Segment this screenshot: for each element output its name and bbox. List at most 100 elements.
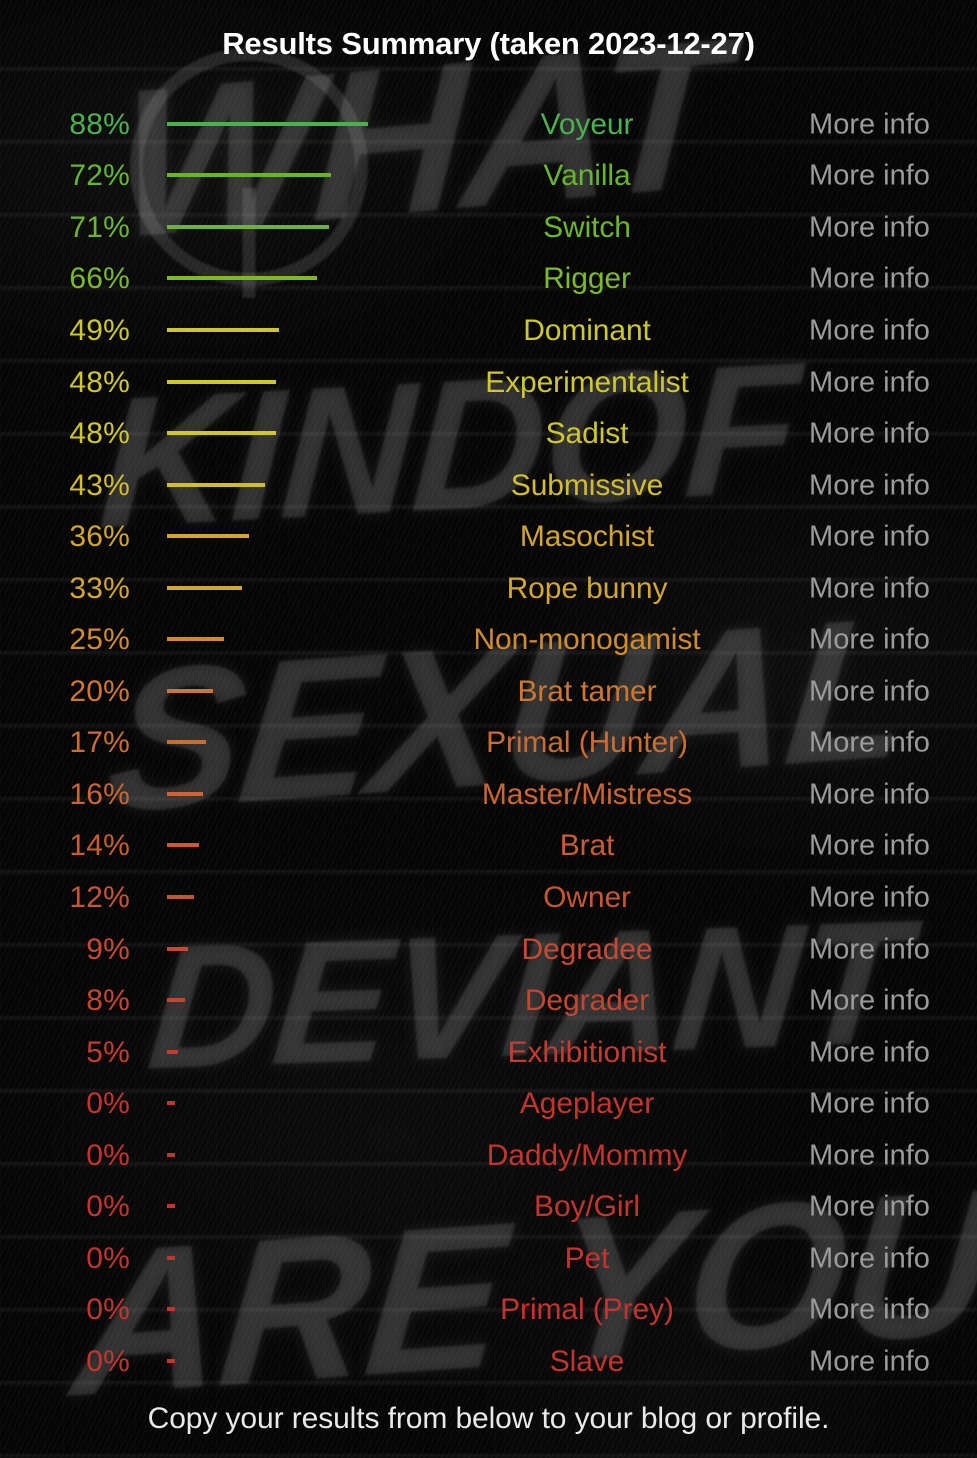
table-row: 25% Non-monogamist More info bbox=[0, 614, 977, 666]
bar-track bbox=[167, 894, 407, 901]
percent-value: 0% bbox=[86, 1138, 130, 1172]
more-info-link[interactable]: More info bbox=[767, 263, 972, 296]
bar-fill bbox=[167, 1358, 175, 1363]
result-label: Daddy/Mommy bbox=[486, 1138, 688, 1172]
result-label: Slave bbox=[549, 1344, 625, 1378]
more-info-link[interactable]: More info bbox=[767, 521, 972, 554]
bar-fill bbox=[167, 1049, 178, 1054]
table-row: 72% Vanilla More info bbox=[0, 151, 977, 203]
more-info-link[interactable]: More info bbox=[767, 1191, 972, 1224]
bar-track bbox=[167, 1152, 407, 1159]
more-info-link[interactable]: More info bbox=[767, 1294, 972, 1327]
table-row: 43% Submissive More info bbox=[0, 460, 977, 512]
percent-value: 14% bbox=[69, 829, 130, 863]
percent-value: 88% bbox=[69, 107, 130, 141]
result-label: Rope bunny bbox=[506, 571, 668, 605]
more-info-link[interactable]: More info bbox=[767, 624, 972, 657]
more-info-link[interactable]: More info bbox=[767, 572, 972, 605]
table-row: 20% Brat tamer More info bbox=[0, 666, 977, 718]
percent-value: 5% bbox=[86, 1035, 130, 1069]
bar-fill bbox=[167, 1152, 175, 1157]
bar-track bbox=[167, 327, 407, 334]
more-info-link[interactable]: More info bbox=[767, 418, 972, 451]
table-row: 5% Exhibitionist More info bbox=[0, 1027, 977, 1079]
percent-value: 72% bbox=[69, 159, 130, 193]
table-row: 9% Degradee More info bbox=[0, 924, 977, 976]
bar-track bbox=[167, 482, 407, 489]
bar-fill bbox=[167, 1255, 175, 1260]
results-table: 88% Voyeur More info 72% Vanilla More info 71%… bbox=[0, 99, 977, 1388]
bar-track bbox=[167, 998, 407, 1004]
bar-track bbox=[167, 534, 407, 540]
table-row: 0% Daddy/Mommy More info bbox=[0, 1130, 977, 1182]
more-info-link[interactable]: More info bbox=[767, 830, 972, 863]
bar-fill bbox=[167, 1307, 175, 1312]
bar-fill bbox=[167, 173, 331, 178]
percent-value: 20% bbox=[69, 674, 130, 708]
result-label: Pet bbox=[564, 1241, 610, 1275]
bar-fill bbox=[167, 534, 249, 539]
bar-fill bbox=[167, 431, 276, 436]
bar-track bbox=[167, 121, 407, 128]
more-info-link[interactable]: More info bbox=[767, 727, 972, 760]
bar-fill bbox=[167, 379, 276, 384]
result-label: Brat tamer bbox=[517, 674, 657, 708]
result-label: Non-monogamist bbox=[473, 623, 701, 657]
more-info-link[interactable]: More info bbox=[767, 1242, 972, 1275]
bar-track bbox=[167, 1204, 407, 1210]
more-info-link[interactable]: More info bbox=[767, 778, 972, 811]
table-row: 49% Dominant More info bbox=[0, 305, 977, 357]
more-info-link[interactable]: More info bbox=[767, 1345, 972, 1378]
result-label: Voyeur bbox=[540, 107, 634, 141]
table-row: 17% Primal (Hunter) More info bbox=[0, 718, 977, 770]
percent-value: 66% bbox=[69, 262, 130, 296]
results-summary-page: WHAT KINDOF SEXUAL DEVIANT ARE YOU Resul… bbox=[0, 0, 977, 1458]
table-row: 8% Degrader More info bbox=[0, 975, 977, 1027]
table-row: 71% Switch More info bbox=[0, 202, 977, 254]
result-label: Experimentalist bbox=[485, 365, 689, 399]
more-info-link[interactable]: More info bbox=[767, 985, 972, 1018]
result-label: Master/Mistress bbox=[481, 777, 693, 811]
bar-fill bbox=[167, 791, 203, 796]
percent-value: 49% bbox=[69, 313, 130, 347]
page-title: Results Summary (taken 2023-12-27) bbox=[222, 26, 755, 61]
more-info-link[interactable]: More info bbox=[767, 366, 972, 399]
bar-fill bbox=[167, 843, 199, 848]
percent-value: 71% bbox=[69, 210, 130, 244]
bar-fill bbox=[167, 121, 368, 126]
result-label: Brat bbox=[559, 829, 615, 863]
more-info-link[interactable]: More info bbox=[767, 881, 972, 914]
result-label: Owner bbox=[543, 880, 631, 914]
bar-fill bbox=[167, 224, 329, 229]
percent-value: 0% bbox=[86, 1190, 130, 1224]
bar-track bbox=[167, 946, 407, 953]
more-info-link[interactable]: More info bbox=[767, 1139, 972, 1172]
bar-track bbox=[167, 1307, 407, 1313]
more-info-link[interactable]: More info bbox=[767, 1088, 972, 1121]
bar-track bbox=[167, 276, 407, 282]
result-label: Primal (Hunter) bbox=[486, 726, 688, 760]
more-info-link[interactable]: More info bbox=[767, 160, 972, 193]
more-info-link[interactable]: More info bbox=[767, 675, 972, 708]
more-info-link[interactable]: More info bbox=[767, 211, 972, 244]
bar-fill bbox=[167, 276, 317, 281]
result-label: Ageplayer bbox=[519, 1087, 655, 1121]
more-info-link[interactable]: More info bbox=[767, 1036, 972, 1069]
bar-track bbox=[167, 843, 407, 849]
bar-track bbox=[167, 1255, 407, 1262]
bar-track bbox=[167, 1049, 407, 1056]
content-layer: Results Summary (taken 2023-12-27) 88% Vo… bbox=[0, 0, 977, 1458]
table-row: 0% Pet More info bbox=[0, 1233, 977, 1285]
table-row: 33% Rope bunny More info bbox=[0, 563, 977, 615]
percent-value: 0% bbox=[86, 1293, 130, 1327]
percent-value: 12% bbox=[69, 880, 130, 914]
more-info-link[interactable]: More info bbox=[767, 933, 972, 966]
more-info-link[interactable]: More info bbox=[767, 108, 972, 141]
table-row: 0% Slave More info bbox=[0, 1336, 977, 1388]
table-row: 88% Voyeur More info bbox=[0, 99, 977, 151]
more-info-link[interactable]: More info bbox=[767, 314, 972, 347]
bar-track bbox=[167, 791, 407, 798]
more-info-link[interactable]: More info bbox=[767, 469, 972, 502]
result-label: Degrader bbox=[524, 984, 650, 1018]
percent-value: 43% bbox=[69, 468, 130, 502]
